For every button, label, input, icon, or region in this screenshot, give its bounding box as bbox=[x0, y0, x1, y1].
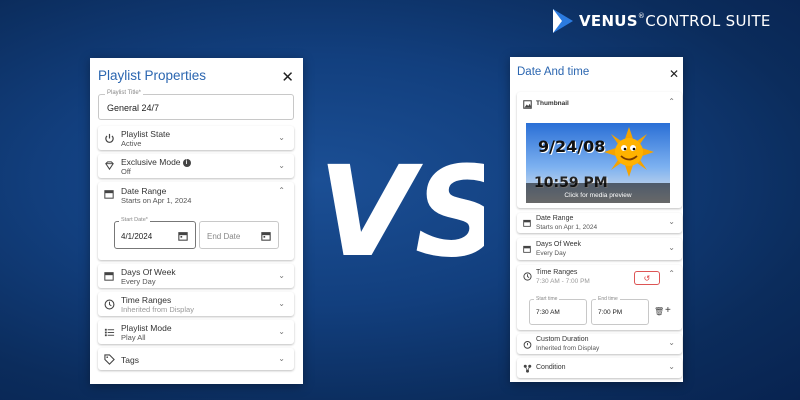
venus-logo-mark-icon bbox=[553, 9, 573, 33]
time-ranges-accordion: Time Ranges 7:30 AM - 7:00 PM ↺ ⌃ Start … bbox=[517, 265, 682, 330]
start-time-value: 7:30 AM bbox=[536, 309, 560, 316]
date-range-title[interactable]: Date Range bbox=[121, 186, 166, 196]
custom-duration-title: Custom Duration bbox=[536, 336, 589, 343]
date-range-value: Starts on Apr 1, 2024 bbox=[121, 196, 192, 205]
thumbnail-date-text: 9/24/08 bbox=[538, 137, 606, 156]
playlist-mode-value: Play All bbox=[121, 333, 146, 342]
clock-icon bbox=[522, 271, 532, 281]
image-icon bbox=[522, 99, 532, 109]
days-of-week-value: Every Day bbox=[121, 277, 156, 286]
days-of-week-title: Days Of Week bbox=[536, 241, 581, 248]
logo-text: VENUS®CONTROL SUITE bbox=[579, 12, 771, 30]
start-date-value: 4/1/2024 bbox=[121, 232, 153, 241]
time-ranges-value: 7:30 AM - 7:00 PM bbox=[536, 278, 590, 285]
end-time-label: End time bbox=[596, 296, 620, 302]
playlist-properties-panel: Playlist Properties ✕ Playlist Title* Ge… bbox=[90, 58, 303, 384]
chevron-up-icon[interactable]: ⌃ bbox=[668, 97, 675, 106]
chevron-down-icon: ⌄ bbox=[668, 243, 675, 252]
chevron-down-icon: ⌄ bbox=[278, 327, 285, 336]
end-date-placeholder: End Date bbox=[207, 232, 241, 241]
playlist-mode-accordion[interactable]: Playlist Mode Play All ⌄ bbox=[98, 320, 294, 344]
date-range-value: Starts on Apr 1, 2024 bbox=[536, 224, 598, 231]
panel-title: Date And time bbox=[517, 66, 590, 78]
thumbnail-caption: Click for media preview bbox=[564, 192, 632, 199]
tags-accordion[interactable]: Tags ⌄ bbox=[98, 348, 294, 370]
sun-image bbox=[604, 127, 654, 177]
vs-text: VS bbox=[318, 145, 484, 275]
time-ranges-title[interactable]: Time Ranges bbox=[536, 269, 577, 276]
days-of-week-value: Every Day bbox=[536, 250, 566, 257]
media-thumbnail[interactable]: 9/24/08 10:59 PM Click for media preview bbox=[526, 123, 670, 203]
playlist-title-value: General 24/7 bbox=[107, 103, 160, 113]
calendar-icon bbox=[522, 218, 532, 228]
end-time-value: 7:00 PM bbox=[598, 309, 623, 316]
add-icon[interactable]: + bbox=[665, 305, 671, 316]
condition-icon bbox=[522, 363, 532, 373]
condition-accordion[interactable]: Condition ⌄ bbox=[517, 358, 682, 378]
timer-icon bbox=[522, 339, 532, 349]
calendar-icon[interactable] bbox=[178, 231, 188, 241]
reset-button[interactable]: ↺ bbox=[634, 271, 660, 285]
exclusive-mode-accordion[interactable]: Exclusive Mode i Off ⌄ bbox=[98, 154, 294, 178]
playlist-state-accordion[interactable]: Playlist State Active ⌄ bbox=[98, 126, 294, 150]
date-and-time-panel: Date And time ✕ Thumbnail ⌃ 9/24/08 10:5… bbox=[510, 57, 683, 382]
chevron-down-icon: ⌄ bbox=[668, 217, 675, 226]
chevron-down-icon: ⌄ bbox=[278, 161, 285, 170]
exclusive-mode-title: Exclusive Mode i bbox=[121, 157, 191, 167]
calendar-icon bbox=[103, 270, 115, 282]
venus-logo: VENUS®CONTROL SUITE bbox=[553, 9, 771, 33]
date-range-title: Date Range bbox=[536, 215, 574, 222]
vs-graphic: VS bbox=[318, 145, 484, 275]
chevron-up-icon[interactable]: ⌃ bbox=[668, 269, 675, 278]
playlist-mode-title: Playlist Mode bbox=[121, 323, 172, 333]
list-icon bbox=[103, 326, 115, 338]
calendar-icon[interactable] bbox=[261, 231, 271, 241]
condition-title: Condition bbox=[536, 364, 566, 371]
chevron-down-icon: ⌄ bbox=[278, 354, 285, 363]
days-of-week-accordion[interactable]: Days Of Week Every Day ⌄ bbox=[517, 238, 682, 260]
chevron-down-icon: ⌄ bbox=[278, 271, 285, 280]
close-button[interactable]: ✕ bbox=[281, 70, 294, 85]
diamond-icon bbox=[103, 159, 115, 171]
chevron-down-icon: ⌄ bbox=[668, 338, 675, 347]
panel-title: Playlist Properties bbox=[98, 68, 207, 83]
chevron-down-icon: ⌄ bbox=[278, 299, 285, 308]
tag-icon bbox=[103, 353, 115, 365]
date-range-accordion: Date Range Starts on Apr 1, 2024 ⌃ Start… bbox=[98, 182, 294, 260]
days-of-week-accordion[interactable]: Days Of Week Every Day ⌄ bbox=[98, 264, 294, 288]
custom-duration-value: Inherited from Display bbox=[536, 345, 600, 352]
start-time-input[interactable]: Start time 7:30 AM bbox=[529, 296, 587, 325]
playlist-title-field[interactable]: Playlist Title* General 24/7 bbox=[98, 90, 294, 120]
start-date-input[interactable]: Start Date* 4/1/2024 bbox=[114, 217, 196, 249]
chevron-down-icon: ⌄ bbox=[278, 133, 285, 142]
exclusive-mode-value: Off bbox=[121, 167, 131, 176]
calendar-icon bbox=[522, 244, 532, 254]
days-of-week-title: Days Of Week bbox=[121, 267, 176, 277]
info-icon[interactable]: i bbox=[182, 158, 191, 167]
time-ranges-accordion[interactable]: Time Ranges Inherited from Display ⌄ bbox=[98, 292, 294, 316]
power-icon bbox=[103, 132, 115, 144]
end-time-input[interactable]: End time 7:00 PM bbox=[591, 296, 649, 325]
clock-icon bbox=[103, 298, 115, 310]
chevron-down-icon: ⌄ bbox=[668, 362, 675, 371]
thumbnail-title: Thumbnail bbox=[536, 100, 569, 107]
start-time-label: Start time bbox=[534, 296, 560, 302]
playlist-state-value: Active bbox=[121, 139, 142, 148]
date-range-accordion[interactable]: Date Range Starts on Apr 1, 2024 ⌄ bbox=[517, 213, 682, 233]
end-date-input[interactable]: End Date bbox=[199, 221, 279, 249]
tags-title: Tags bbox=[121, 355, 139, 365]
time-ranges-value: Inherited from Display bbox=[121, 305, 194, 314]
chevron-up-icon[interactable]: ⌃ bbox=[278, 186, 285, 195]
trash-icon[interactable]: 🗑 bbox=[654, 307, 664, 316]
start-date-label: Start Date* bbox=[119, 217, 150, 223]
playlist-state-title: Playlist State bbox=[121, 129, 171, 139]
playlist-title-label: Playlist Title* bbox=[105, 90, 144, 96]
custom-duration-accordion[interactable]: Custom Duration Inherited from Display ⌄ bbox=[517, 334, 682, 354]
calendar-icon bbox=[103, 188, 115, 200]
time-ranges-title: Time Ranges bbox=[121, 295, 172, 305]
close-button[interactable]: ✕ bbox=[669, 68, 679, 80]
